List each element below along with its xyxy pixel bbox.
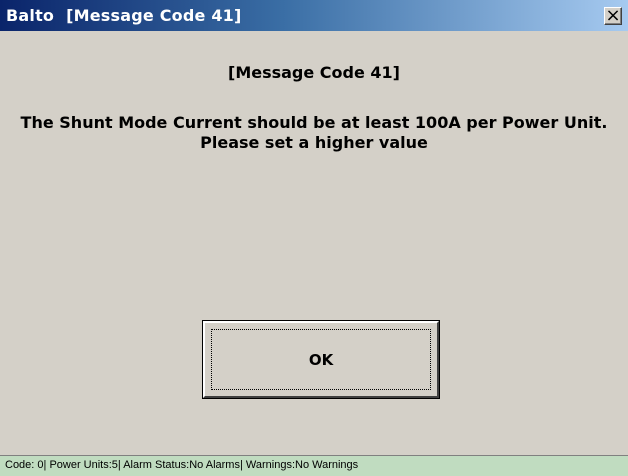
message-line-2: Please set a higher value — [200, 133, 428, 152]
message-text: The Shunt Mode Current should be at leas… — [0, 113, 628, 153]
title-bar[interactable]: Balto [Message Code 41] × — [0, 0, 628, 31]
ok-button-label: OK — [211, 329, 431, 390]
ok-button[interactable]: OK — [202, 320, 440, 399]
close-icon: × — [605, 5, 621, 26]
close-button[interactable]: × — [604, 7, 622, 25]
window-title-app: Balto — [6, 6, 55, 25]
window-title-message: [Message Code 41] — [66, 6, 242, 25]
status-bar: Code: 0| Power Units:5| Alarm Status:No … — [0, 455, 628, 476]
message-code-heading: [Message Code 41] — [228, 63, 400, 82]
message-line-1: The Shunt Mode Current should be at leas… — [20, 113, 608, 132]
message-dialog-window: Balto [Message Code 41] × [Message Code 4… — [0, 0, 628, 476]
window-title: Balto [Message Code 41] — [6, 6, 242, 25]
dialog-content: [Message Code 41] The Shunt Mode Current… — [0, 31, 628, 453]
